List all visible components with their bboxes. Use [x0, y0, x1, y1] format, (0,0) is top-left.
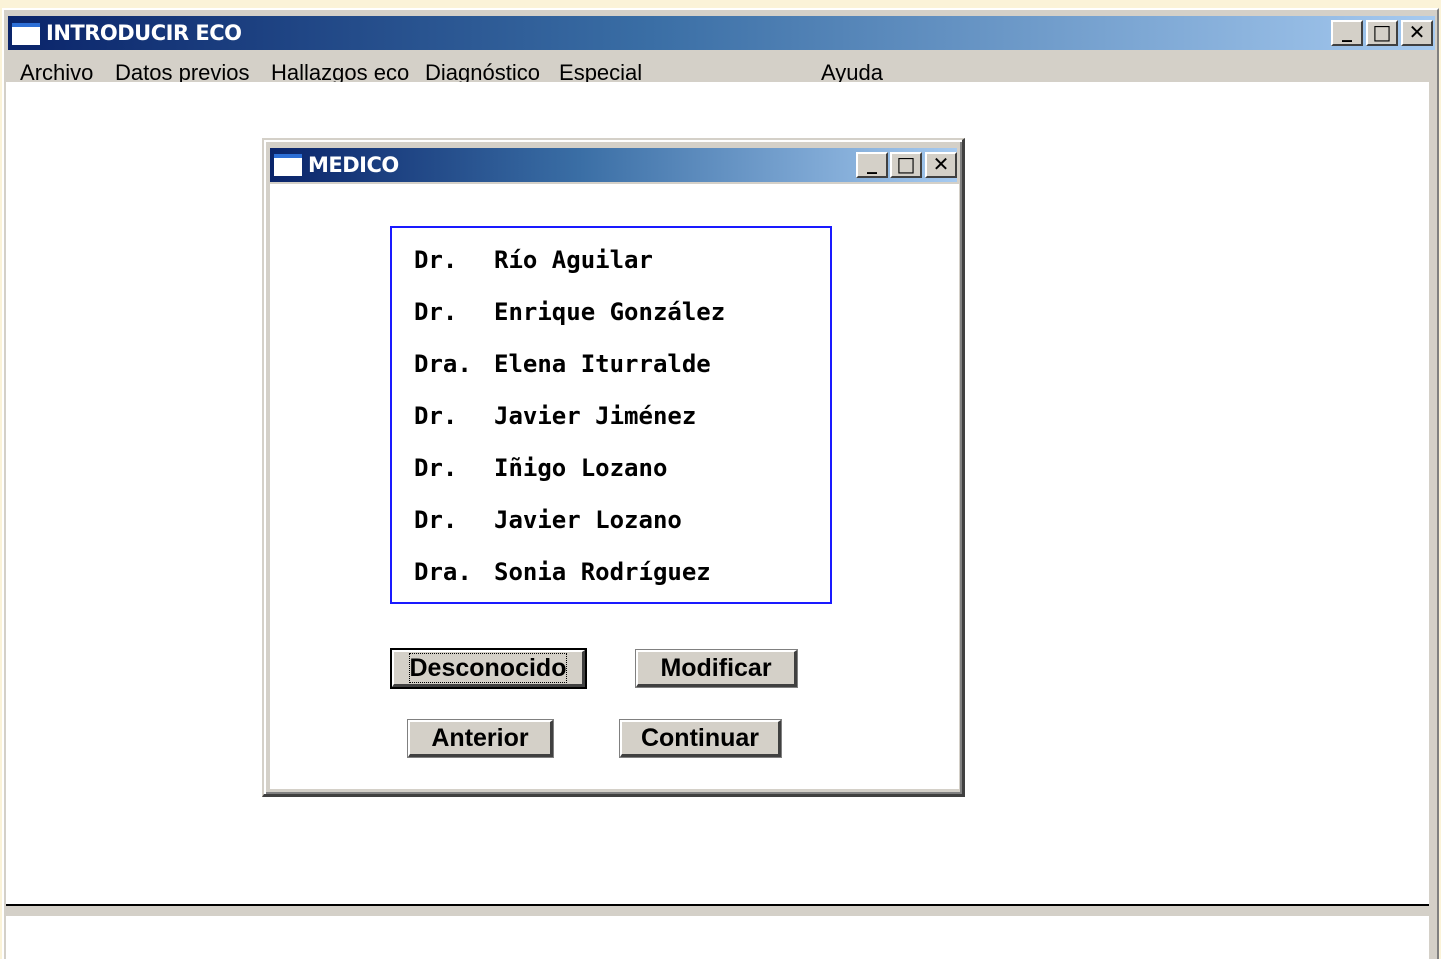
continuar-button-label: Continuar — [640, 724, 760, 752]
maximize-icon[interactable]: □ — [890, 152, 922, 178]
close-icon[interactable]: ✕ — [1401, 20, 1433, 46]
window-icon — [274, 154, 302, 176]
dialog-titlebar[interactable]: MEDICO _ □ ✕ — [270, 148, 957, 182]
dialog-body: Dr. Río Aguilar Dr. Enrique González Dra. E… — [270, 184, 959, 789]
modificar-button-label: Modificar — [660, 654, 772, 682]
desconocido-button[interactable]: Desconocido — [392, 650, 585, 687]
minimize-icon[interactable]: _ — [856, 152, 888, 178]
anterior-button[interactable]: Anterior — [408, 720, 553, 757]
dialog-title: MEDICO — [308, 153, 399, 177]
desconocido-button-label: Desconocido — [408, 653, 568, 683]
doctor-list-item[interactable]: Dr. Iñigo Lozano — [414, 453, 667, 505]
doctor-list-item[interactable]: Dr. Río Aguilar — [414, 245, 653, 297]
status-bar — [6, 916, 1429, 959]
anterior-button-label: Anterior — [431, 724, 529, 752]
doctor-list-item[interactable]: Dra. Sonia Rodríguez — [414, 557, 711, 609]
doctor-list-item[interactable]: Dra. Elena Iturralde — [414, 349, 711, 401]
minimize-icon[interactable]: _ — [1331, 20, 1363, 46]
window-icon — [12, 23, 40, 45]
close-icon[interactable]: ✕ — [925, 152, 957, 178]
modificar-button[interactable]: Modificar — [636, 650, 797, 687]
main-window-title: INTRODUCIR ECO — [46, 21, 242, 45]
desktop: INTRODUCIR ECO _ □ ✕ Archivo Datos previ… — [0, 0, 1441, 959]
doctor-list-item[interactable]: Dr. Javier Lozano — [414, 505, 682, 557]
doctor-listbox[interactable]: Dr. Río Aguilar Dr. Enrique González Dra. E… — [390, 226, 832, 604]
medico-dialog: MEDICO _ □ ✕ Dr. Río Aguilar Dr. Enrique G… — [262, 138, 965, 797]
continuar-button[interactable]: Continuar — [620, 720, 781, 757]
maximize-icon[interactable]: □ — [1366, 20, 1398, 46]
doctor-list-item[interactable]: Dr. Javier Jiménez — [414, 401, 696, 453]
main-window-titlebar[interactable]: INTRODUCIR ECO _ □ ✕ — [8, 16, 1435, 50]
doctor-list-item[interactable]: Dr. Enrique González — [414, 297, 725, 349]
